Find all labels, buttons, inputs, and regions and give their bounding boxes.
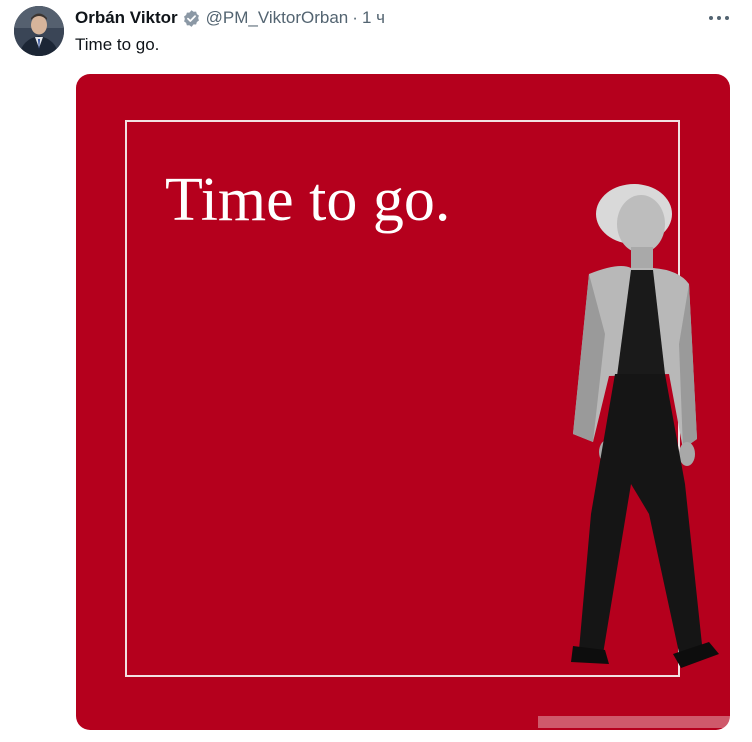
watermark-overlay xyxy=(538,716,738,728)
tweet-media-image[interactable]: Time to go. xyxy=(76,74,730,730)
avatar-photo xyxy=(14,6,64,56)
more-options-icon xyxy=(709,16,729,20)
tweet: Orbán Viktor @PM_ViktorOrban · 1 ч Time … xyxy=(0,0,752,742)
image-headline: Time to go. xyxy=(165,166,451,234)
more-options-button[interactable] xyxy=(706,8,732,28)
tweet-timestamp[interactable]: 1 ч xyxy=(362,8,385,28)
author-handle[interactable]: @PM_ViktorOrban xyxy=(206,8,349,28)
author-name[interactable]: Orbán Viktor xyxy=(75,8,178,28)
verified-badge-icon xyxy=(182,9,201,28)
walking-woman-figure xyxy=(571,184,719,668)
tweet-header: Orbán Viktor @PM_ViktorOrban · 1 ч xyxy=(75,7,385,29)
tweet-text: Time to go. xyxy=(75,35,160,54)
header-separator: · xyxy=(352,8,358,27)
author-avatar[interactable] xyxy=(14,6,64,56)
